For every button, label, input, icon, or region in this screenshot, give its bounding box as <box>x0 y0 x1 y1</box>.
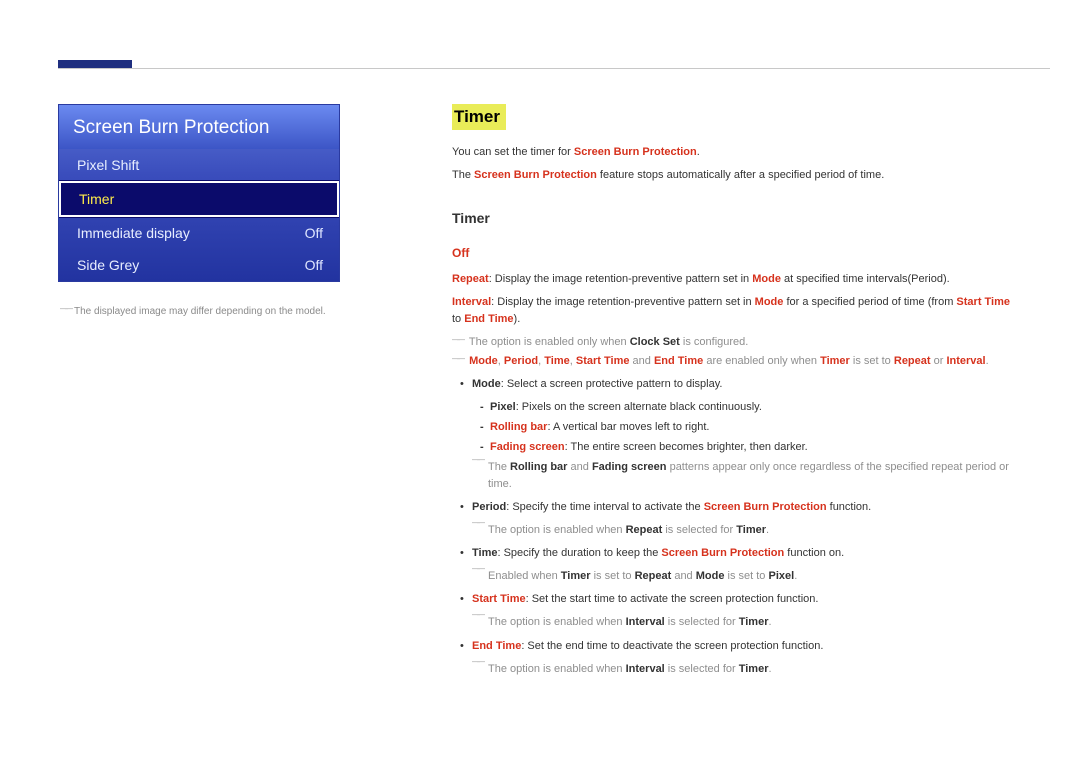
end-time-item: End Time: Set the end time to deactivate… <box>452 638 1012 655</box>
subsection-heading-timer: Timer <box>452 208 1012 230</box>
menu-item-value: Off <box>305 225 323 241</box>
start-time-item: Start Time: Set the start time to activa… <box>452 591 1012 608</box>
menu-item-pixel-shift[interactable]: Pixel Shift <box>59 149 339 181</box>
menu-item-label: Side Grey <box>77 257 139 273</box>
pixel-item: Pixel: Pixels on the screen alternate bl… <box>452 399 1012 416</box>
image-disclaimer-note: The displayed image may differ depending… <box>58 306 340 317</box>
end-time-note: The option is enabled when Interval is s… <box>452 661 1012 678</box>
repeat-description: Repeat: Display the image retention-prev… <box>452 271 1012 288</box>
time-note: Enabled when Timer is set to Repeat and … <box>452 568 1012 585</box>
mode-item: Mode: Select a screen protective pattern… <box>452 376 1012 393</box>
rolling-bar-item: Rolling bar: A vertical bar moves left t… <box>452 419 1012 436</box>
clock-set-note: The option is enabled only when Clock Se… <box>452 334 1012 351</box>
screen-burn-menu: Screen Burn Protection Pixel Shift Timer… <box>58 104 340 282</box>
menu-item-label: Pixel Shift <box>77 157 139 173</box>
start-time-note: The option is enabled when Interval is s… <box>452 614 1012 631</box>
time-item: Time: Specify the duration to keep the S… <box>452 545 1012 562</box>
menu-preview-column: Screen Burn Protection Pixel Shift Timer… <box>58 104 340 317</box>
menu-item-immediate-display[interactable]: Immediate display Off <box>59 217 339 249</box>
off-label: Off <box>452 244 1012 263</box>
fading-screen-item: Fading screen: The entire screen becomes… <box>452 439 1012 456</box>
options-list: Mode: Select a screen protective pattern… <box>452 376 1012 678</box>
menu-item-value: Off <box>305 257 323 273</box>
content-column: Timer You can set the timer for Screen B… <box>452 104 1012 684</box>
menu-item-label: Timer <box>79 191 114 207</box>
period-item: Period: Specify the time interval to act… <box>452 499 1012 516</box>
menu-item-label: Immediate display <box>77 225 190 241</box>
menu-title: Screen Burn Protection <box>59 105 339 149</box>
menu-item-side-grey[interactable]: Side Grey Off <box>59 249 339 281</box>
intro-paragraph-1: You can set the timer for Screen Burn Pr… <box>452 144 1012 161</box>
interval-description: Interval: Display the image retention-pr… <box>452 294 1012 328</box>
top-horizontal-rule <box>58 68 1050 69</box>
intro-paragraph-2: The Screen Burn Protection feature stops… <box>452 167 1012 184</box>
enabled-when-note: Mode, Period, Time, Start Time and End T… <box>452 353 1012 370</box>
menu-item-timer[interactable]: Timer <box>59 181 339 217</box>
period-note: The option is enabled when Repeat is sel… <box>452 522 1012 539</box>
section-heading-timer: Timer <box>452 104 506 130</box>
section-marker <box>58 60 132 68</box>
rolling-fading-note: The Rolling bar and Fading screen patter… <box>452 459 1012 493</box>
